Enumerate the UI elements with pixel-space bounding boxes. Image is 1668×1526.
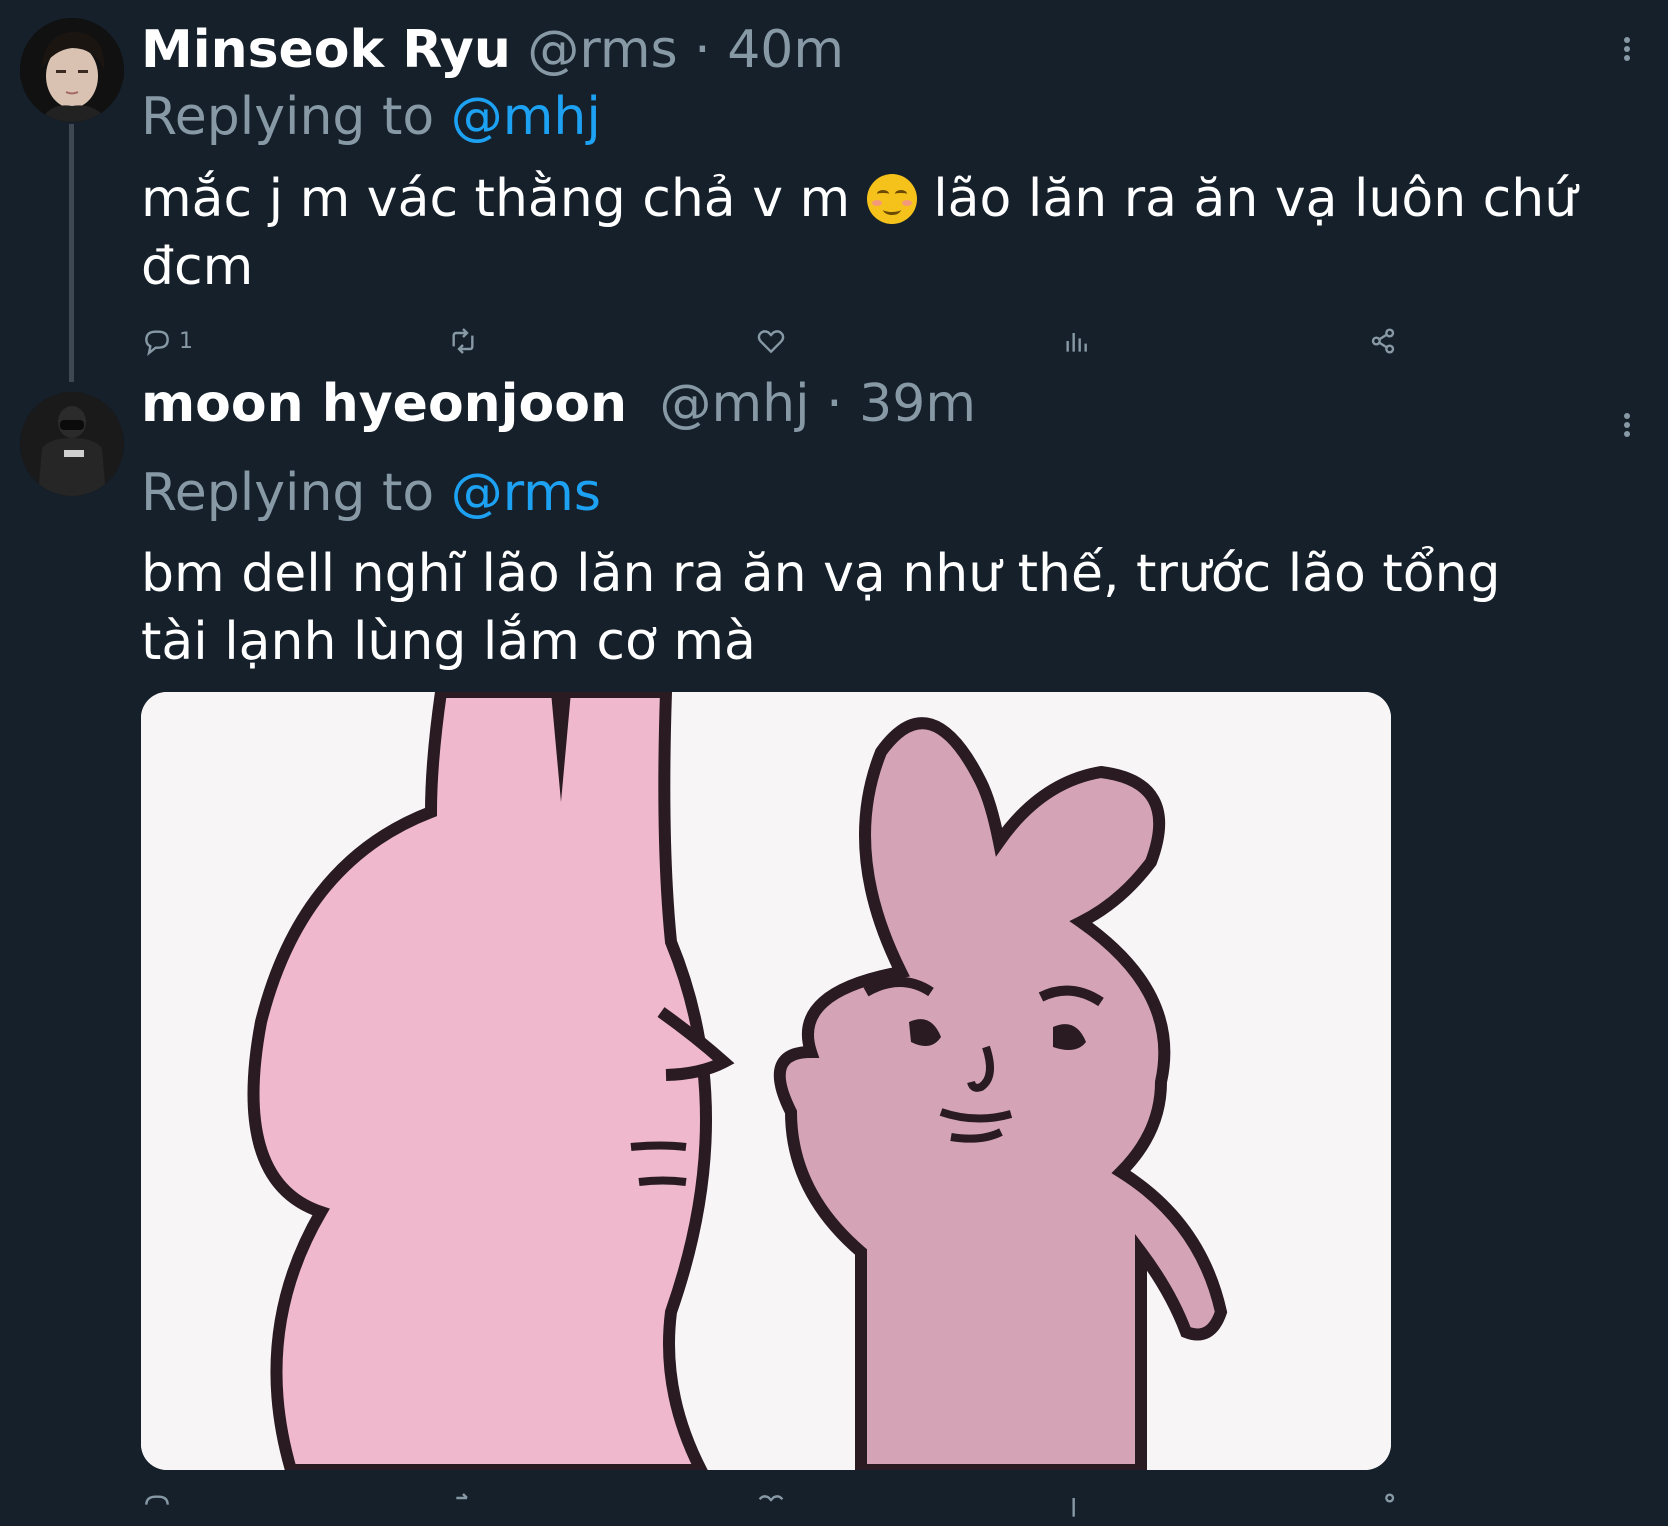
like-icon	[757, 330, 785, 354]
avatar-photo	[20, 392, 124, 496]
like-button[interactable]	[755, 321, 787, 361]
like-icon	[758, 1495, 784, 1502]
avatar-photo	[20, 18, 124, 122]
tweet-actions	[141, 1486, 1401, 1526]
share-icon	[1371, 328, 1395, 354]
pink-bunny-meme-image	[141, 692, 1391, 1470]
retweet-icon	[456, 1493, 468, 1500]
display-name[interactable]: Minseok Ryu	[141, 20, 511, 80]
analytics-button[interactable]	[1061, 321, 1093, 361]
reply-count: 1	[179, 328, 193, 354]
replying-to-line: Replying to @mhj	[141, 87, 601, 147]
timestamp[interactable]: 39m	[859, 374, 976, 434]
avatar[interactable]	[20, 392, 124, 496]
retweet-button[interactable]	[447, 321, 479, 361]
tweet-media-image[interactable]	[141, 692, 1391, 1470]
analytics-icon	[1066, 333, 1087, 352]
share-button[interactable]	[1367, 321, 1399, 361]
share-icon	[1385, 1493, 1395, 1503]
reply-button[interactable]	[141, 1486, 173, 1526]
reply-icon	[145, 330, 169, 356]
more-options-icon[interactable]	[1622, 37, 1632, 64]
tweet-header: Minseok Ryu @rms · 40m	[141, 20, 844, 80]
avatar[interactable]	[20, 18, 124, 122]
replying-to-line: Replying to @rms	[141, 463, 601, 523]
smiling-face-emoji-icon	[866, 174, 917, 224]
tweet-header: moon hyeonjoon @mhj · 39m	[141, 374, 976, 434]
thread-connector-line	[69, 124, 74, 382]
username-handle[interactable]: @mhj	[660, 374, 810, 434]
tweet-text: mắc j m vác thằng chả v m lão lăn ra ăn …	[141, 165, 1581, 301]
separator-dot: ·	[694, 20, 711, 80]
retweet-button[interactable]	[447, 1486, 479, 1526]
analytics-icon	[1072, 1498, 1075, 1517]
replying-to-label: Replying to	[141, 87, 451, 147]
replying-to-label: Replying to	[141, 463, 451, 523]
separator-dot: ·	[826, 374, 843, 434]
display-name[interactable]: moon hyeonjoon	[141, 374, 627, 434]
tweet-text: bm dell nghĩ lão lăn ra ăn vạ như thế, t…	[141, 544, 1501, 672]
more-options-icon[interactable]	[1622, 413, 1632, 440]
analytics-button[interactable]	[1061, 1486, 1093, 1526]
mention-link[interactable]: @rms	[451, 463, 601, 523]
tweet[interactable]: Minseok Ryu @rms · 40m Replying to @mhj …	[0, 0, 1668, 382]
username-handle[interactable]: @rms	[527, 20, 677, 80]
reply-button[interactable]: 1	[141, 321, 193, 361]
reply-icon	[145, 1495, 169, 1505]
tweet-text-part: mắc j m vác thằng chả v m	[141, 169, 867, 229]
timestamp[interactable]: 40m	[727, 20, 844, 80]
retweet-icon	[452, 328, 474, 354]
mention-link[interactable]: @mhj	[451, 87, 601, 147]
like-button[interactable]	[755, 1486, 787, 1526]
tweet-actions: 1	[141, 321, 1401, 361]
share-button[interactable]	[1367, 1486, 1399, 1526]
